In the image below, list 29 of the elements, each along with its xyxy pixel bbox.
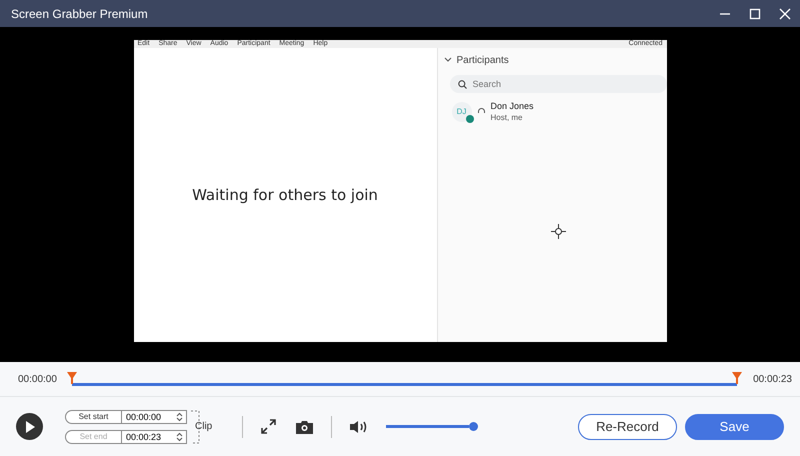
participant-name: Don Jones: [490, 101, 534, 111]
participant-role: Host, me: [490, 113, 524, 122]
start-time: 00:00:00: [18, 374, 57, 384]
end-time: 00:00:23: [753, 374, 792, 384]
headset-icon: [476, 107, 486, 116]
avatar: DJ: [452, 102, 472, 122]
search-field[interactable]: Search: [450, 75, 666, 93]
expand-icon[interactable]: [261, 419, 276, 434]
crosshair-icon: [550, 224, 566, 239]
camera-icon[interactable]: [296, 420, 314, 434]
re-record-button[interactable]: Re-Record: [578, 414, 677, 440]
play-button[interactable]: [16, 413, 43, 440]
play-icon: [24, 420, 34, 432]
time-field[interactable]: 00:00:00: [122, 410, 187, 424]
set-start-button[interactable]: Set start: [65, 410, 122, 424]
clip-label: Clip: [195, 421, 212, 432]
volume-slider[interactable]: [386, 425, 470, 428]
window-title: Screen Grabber Premium: [11, 6, 149, 20]
speaker-icon[interactable]: [350, 420, 368, 434]
trim-marker-icon[interactable]: [732, 372, 742, 384]
spinner-icon[interactable]: [176, 432, 183, 442]
trim-marker-icon[interactable]: [66, 372, 77, 384]
volume-thumb[interactable]: [469, 422, 478, 431]
save-button[interactable]: Save: [685, 414, 784, 440]
timeline-track[interactable]: [72, 383, 738, 386]
waiting-message: Waiting for others to join: [192, 186, 378, 204]
search-icon: [458, 80, 466, 89]
participants-heading: Participants: [456, 54, 509, 66]
spinner-icon[interactable]: [176, 412, 183, 422]
